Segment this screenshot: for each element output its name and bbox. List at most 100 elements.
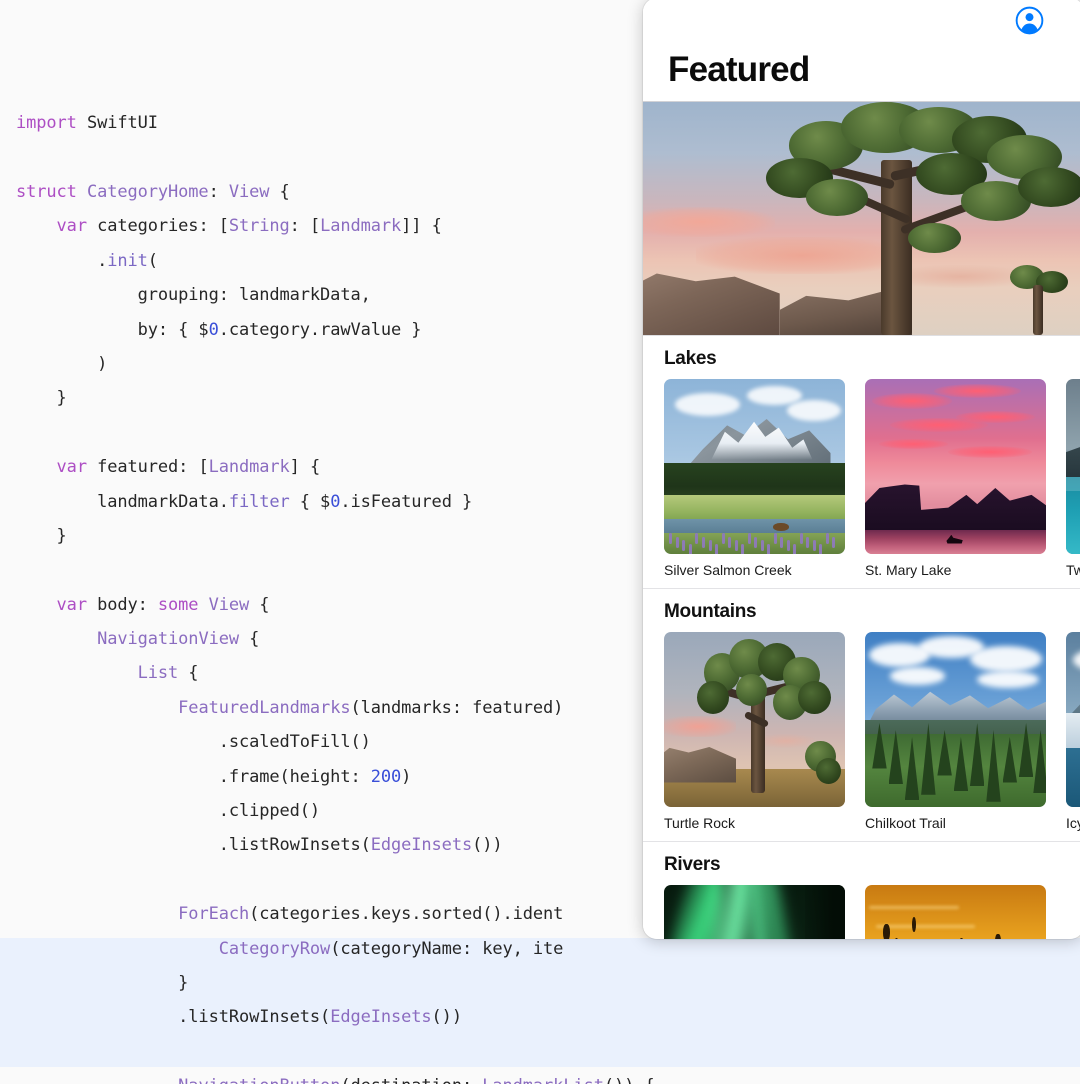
- landmark-card[interactable]: [664, 885, 845, 939]
- code-token: }: [16, 388, 67, 408]
- code-token: filter: [229, 492, 290, 512]
- code-token: 0: [209, 320, 219, 340]
- landmark-caption: Icy: [1066, 815, 1080, 831]
- code-line[interactable]: [16, 1035, 1080, 1069]
- chilkoot-trail-image: [865, 632, 1046, 807]
- swiftui-preview-panel[interactable]: Featured: [643, 0, 1080, 939]
- code-token: categories: [: [97, 216, 229, 236]
- landmark-thumbnail[interactable]: [664, 632, 845, 807]
- landmark-card[interactable]: [865, 885, 1046, 939]
- code-token: {: [269, 182, 289, 202]
- landmark-thumbnail[interactable]: [865, 379, 1046, 554]
- aurora-river-image: [664, 885, 845, 939]
- code-token: featured: [: [97, 457, 208, 477]
- landmark-thumbnail[interactable]: [1066, 632, 1080, 807]
- code-token: ]] {: [401, 216, 442, 236]
- landmark-card[interactable]: Silver Salmon Creek: [664, 379, 845, 578]
- code-token: .clipped(): [16, 801, 320, 821]
- category-section: Lakes Silver Salmon Creek St. Mary Lake Twi: [643, 336, 1080, 589]
- code-token: ()): [432, 1007, 462, 1027]
- code-token: String: [229, 216, 290, 236]
- orange-river-image: [865, 885, 1046, 939]
- code-token: Landmark: [320, 216, 401, 236]
- category-title: Mountains: [643, 589, 1080, 632]
- category-row[interactable]: [643, 885, 1080, 939]
- code-token: View: [209, 595, 250, 615]
- featured-hero-image[interactable]: [643, 102, 1080, 336]
- landmark-thumbnail[interactable]: [664, 885, 845, 939]
- landmark-caption: St. Mary Lake: [865, 562, 1046, 578]
- landmark-card[interactable]: Turtle Rock: [664, 632, 845, 831]
- code-token: (categoryName: key, ite: [330, 939, 563, 959]
- person-circle-icon[interactable]: [1015, 6, 1044, 35]
- code-token: var: [57, 595, 98, 615]
- code-token: by: { $: [16, 320, 209, 340]
- code-token: {: [178, 663, 198, 683]
- code-token: View: [229, 182, 270, 202]
- code-token: (destination:: [340, 1076, 482, 1084]
- category-sections: Lakes Silver Salmon Creek St. Mary Lake Twi…: [643, 336, 1080, 939]
- code-token: FeaturedLandmarks: [178, 698, 350, 718]
- code-token: grouping: landmarkData,: [16, 285, 371, 305]
- code-token: [16, 1076, 178, 1084]
- code-token: LandmarkList: [482, 1076, 604, 1084]
- app-root: import SwiftUI struct CategoryHome: View…: [0, 0, 1080, 1084]
- code-token: .category.rawValue }: [219, 320, 422, 340]
- code-token: }: [16, 526, 67, 546]
- joshua-tree-sunset-image: [643, 102, 1080, 335]
- code-token: (categories.keys.sorted().ident: [249, 904, 563, 924]
- code-token: struct: [16, 182, 87, 202]
- st-mary-lake-image: [865, 379, 1046, 554]
- turtle-rock-image: [664, 632, 845, 807]
- code-line[interactable]: .listRowInsets(EdgeInsets()): [16, 1000, 1080, 1034]
- landmark-thumbnail[interactable]: [865, 632, 1046, 807]
- preview-scroll-area[interactable]: Lakes Silver Salmon Creek St. Mary Lake Twi…: [643, 102, 1080, 939]
- landmark-thumbnail[interactable]: [1066, 379, 1080, 554]
- code-token: .listRowInsets(: [16, 1007, 330, 1027]
- code-token: .frame(height:: [16, 767, 371, 787]
- code-token: 200: [371, 767, 401, 787]
- landmark-caption: Chilkoot Trail: [865, 815, 1046, 831]
- landmark-card[interactable]: St. Mary Lake: [865, 379, 1046, 578]
- code-token: [16, 457, 57, 477]
- category-section: Rivers: [643, 842, 1080, 939]
- code-line[interactable]: }: [16, 966, 1080, 1000]
- code-token: import: [16, 113, 87, 133]
- code-token: {: [239, 629, 259, 649]
- code-token: ()): [472, 835, 502, 855]
- code-token: var: [57, 216, 98, 236]
- code-token: [16, 216, 57, 236]
- code-token: ()) {: [604, 1076, 655, 1084]
- category-row[interactable]: Turtle Rock Chilkoot Trail Icy: [643, 632, 1080, 841]
- code-line[interactable]: NavigationButton(destination: LandmarkLi…: [16, 1069, 1080, 1084]
- code-token: 0: [330, 492, 340, 512]
- code-token: SwiftUI: [87, 113, 158, 133]
- landmark-card[interactable]: Twi: [1066, 379, 1080, 578]
- code-token: [16, 698, 178, 718]
- landmark-thumbnail[interactable]: [865, 885, 1046, 939]
- code-token: { $: [290, 492, 331, 512]
- landmark-thumbnail[interactable]: [664, 379, 845, 554]
- code-token: EdgeInsets: [330, 1007, 431, 1027]
- twin-lake-image: [1066, 379, 1080, 554]
- landmark-card[interactable]: Icy: [1066, 632, 1080, 831]
- code-token: init: [107, 251, 148, 271]
- category-row[interactable]: Silver Salmon Creek St. Mary Lake Twi: [643, 379, 1080, 588]
- category-title: Lakes: [643, 336, 1080, 379]
- code-token: Landmark: [209, 457, 290, 477]
- page-title: Featured: [668, 50, 809, 90]
- landmark-caption: Turtle Rock: [664, 815, 845, 831]
- landmark-caption: Silver Salmon Creek: [664, 562, 845, 578]
- landmark-caption: Twi: [1066, 562, 1080, 578]
- code-token: EdgeInsets: [371, 835, 472, 855]
- code-token: some: [158, 595, 209, 615]
- landmark-card[interactable]: Chilkoot Trail: [865, 632, 1046, 831]
- code-token: List: [138, 663, 179, 683]
- code-token: {: [249, 595, 269, 615]
- code-token: .isFeatured }: [340, 492, 472, 512]
- code-token: [16, 904, 178, 924]
- code-token: NavigationButton: [178, 1076, 340, 1084]
- code-token: ): [16, 354, 107, 374]
- code-token: .listRowInsets(: [16, 835, 371, 855]
- code-token: :: [209, 182, 229, 202]
